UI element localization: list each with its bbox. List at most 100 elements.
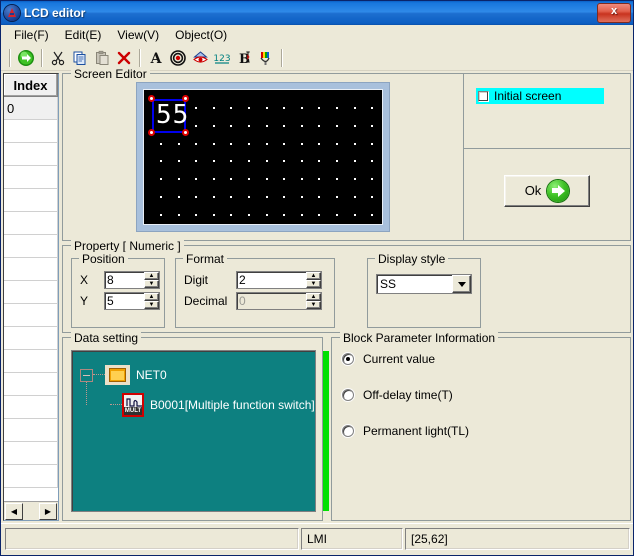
- cut-icon[interactable]: [47, 47, 69, 69]
- position-x-input[interactable]: [105, 272, 144, 288]
- resize-handle-ne[interactable]: [181, 95, 189, 102]
- lcd-dot: [195, 213, 198, 216]
- status-pane-message: [5, 528, 299, 550]
- radio-current-value[interactable]: Current value: [342, 352, 624, 366]
- body-area: Index 0 ◀ ▶ Screen Editor 55 Initial scr…: [1, 67, 633, 523]
- format-digit-up-icon[interactable]: ▲: [306, 272, 321, 280]
- index-header[interactable]: Index: [4, 74, 58, 97]
- menu-item-file[interactable]: File(F): [6, 26, 57, 44]
- menu-item-object[interactable]: Object(O): [167, 26, 235, 44]
- chevron-down-icon[interactable]: [452, 275, 471, 293]
- lcd-dot: [371, 196, 374, 198]
- lcd-dot: [195, 107, 198, 109]
- index-row[interactable]: [4, 373, 58, 396]
- window-title: LCD editor: [24, 6, 86, 20]
- menu-bar: File(F) Edit(E) View(V) Object(O): [1, 25, 633, 45]
- main-panel: Screen Editor 55 Initial screen Ok Prope…: [59, 67, 633, 523]
- position-x-stepper[interactable]: ▲ ▼: [104, 271, 160, 289]
- close-icon: x: [610, 5, 618, 17]
- display-style-value: SS: [380, 277, 397, 291]
- status-pane-mode: LMI: [301, 528, 403, 550]
- close-button[interactable]: x: [597, 3, 631, 23]
- block-parameter-title: Block Parameter Information: [340, 331, 499, 345]
- lcd-dot: [300, 142, 303, 145]
- radio-current-value-icon[interactable]: [342, 353, 354, 365]
- lcd-dot: [371, 178, 374, 181]
- tree-node-net0[interactable]: NET0: [80, 365, 167, 385]
- format-digit-down-icon[interactable]: ▼: [306, 280, 321, 288]
- lcd-dot: [177, 213, 180, 216]
- radio-off-delay-time-label: Off-delay time(T): [363, 388, 453, 402]
- position-y-down-icon[interactable]: ▼: [144, 301, 159, 309]
- run-icon[interactable]: [15, 47, 37, 69]
- format-digit-input[interactable]: [237, 272, 306, 288]
- eye-icon[interactable]: [189, 47, 211, 69]
- index-horizontal-scrollbar[interactable]: ◀ ▶: [4, 501, 58, 520]
- position-x-up-icon[interactable]: ▲: [144, 272, 159, 280]
- index-row[interactable]: [4, 465, 58, 488]
- lcd-dot: [353, 142, 356, 145]
- lcd-dot: [318, 124, 321, 127]
- position-y-up-icon[interactable]: ▲: [144, 293, 159, 301]
- position-x-row: X ▲ ▼: [80, 271, 160, 289]
- lcd-dot: [265, 160, 268, 163]
- position-group-title: Position: [79, 252, 128, 266]
- lcd-dot: [371, 124, 374, 127]
- format-digit-stepper[interactable]: ▲ ▼: [236, 271, 322, 289]
- index-row[interactable]: [4, 120, 58, 143]
- display-style-select[interactable]: SS: [376, 274, 472, 294]
- numeric-icon[interactable]: 123: [211, 47, 233, 69]
- index-row[interactable]: [4, 350, 58, 373]
- delete-icon[interactable]: [113, 47, 135, 69]
- index-row[interactable]: [4, 143, 58, 166]
- index-row[interactable]: [4, 327, 58, 350]
- target-icon[interactable]: [167, 47, 189, 69]
- index-row[interactable]: [4, 235, 58, 258]
- lcd-dot: [336, 178, 338, 181]
- index-row[interactable]: [4, 419, 58, 442]
- copy-icon[interactable]: [69, 47, 91, 69]
- scroll-right-icon[interactable]: ▶: [39, 502, 57, 520]
- resize-handle-sw[interactable]: [148, 128, 155, 136]
- index-row[interactable]: [4, 396, 58, 419]
- format-decimal-up-icon: ▲: [306, 293, 321, 301]
- lcd-dot: [318, 178, 321, 181]
- radio-off-delay-time-icon[interactable]: [342, 389, 354, 401]
- initial-screen-checkbox[interactable]: [478, 90, 489, 102]
- position-y-stepper[interactable]: ▲ ▼: [104, 292, 160, 310]
- resize-handle-nw[interactable]: [148, 95, 155, 102]
- index-row[interactable]: [4, 189, 58, 212]
- initial-screen-checkbox-row[interactable]: Initial screen: [476, 88, 604, 104]
- text-icon[interactable]: A: [145, 47, 167, 69]
- index-row[interactable]: [4, 304, 58, 327]
- index-row[interactable]: 0: [4, 97, 58, 120]
- ok-button[interactable]: Ok: [504, 174, 590, 207]
- data-setting-tree[interactable]: NET0 MULT B0001[Multiple function switch…: [71, 350, 316, 512]
- radio-permanent-light[interactable]: Permanent light(TL): [342, 424, 624, 438]
- position-y-label: Y: [80, 294, 89, 308]
- radio-off-delay-time[interactable]: Off-delay time(T): [342, 388, 624, 402]
- bitmap-text-icon[interactable]: B: [233, 47, 255, 69]
- position-x-down-icon[interactable]: ▼: [144, 280, 159, 288]
- radio-permanent-light-icon[interactable]: [342, 425, 354, 437]
- index-row[interactable]: [4, 442, 58, 465]
- lcd-dot: [300, 196, 303, 198]
- index-row[interactable]: [4, 258, 58, 281]
- paste-icon[interactable]: [91, 47, 113, 69]
- tree-expander-icon[interactable]: [80, 368, 93, 382]
- resize-handle-se[interactable]: [181, 128, 189, 136]
- position-y-input[interactable]: [105, 293, 144, 309]
- format-group-title: Format: [183, 252, 228, 266]
- scroll-left-icon[interactable]: ◀: [5, 502, 23, 520]
- index-row[interactable]: [4, 281, 58, 304]
- index-row[interactable]: [4, 166, 58, 189]
- lcd-dot: [353, 178, 356, 181]
- picture-icon[interactable]: [255, 47, 277, 69]
- menu-item-view[interactable]: View(V): [109, 26, 167, 44]
- menu-item-edit[interactable]: Edit(E): [57, 26, 110, 44]
- index-row[interactable]: [4, 212, 58, 235]
- tree-node-b0001[interactable]: MULT B0001[Multiple function switch]: [110, 393, 315, 417]
- lcd-dot: [336, 142, 338, 145]
- lcd-canvas[interactable]: 55: [143, 89, 383, 225]
- lcd-dot: [212, 178, 215, 181]
